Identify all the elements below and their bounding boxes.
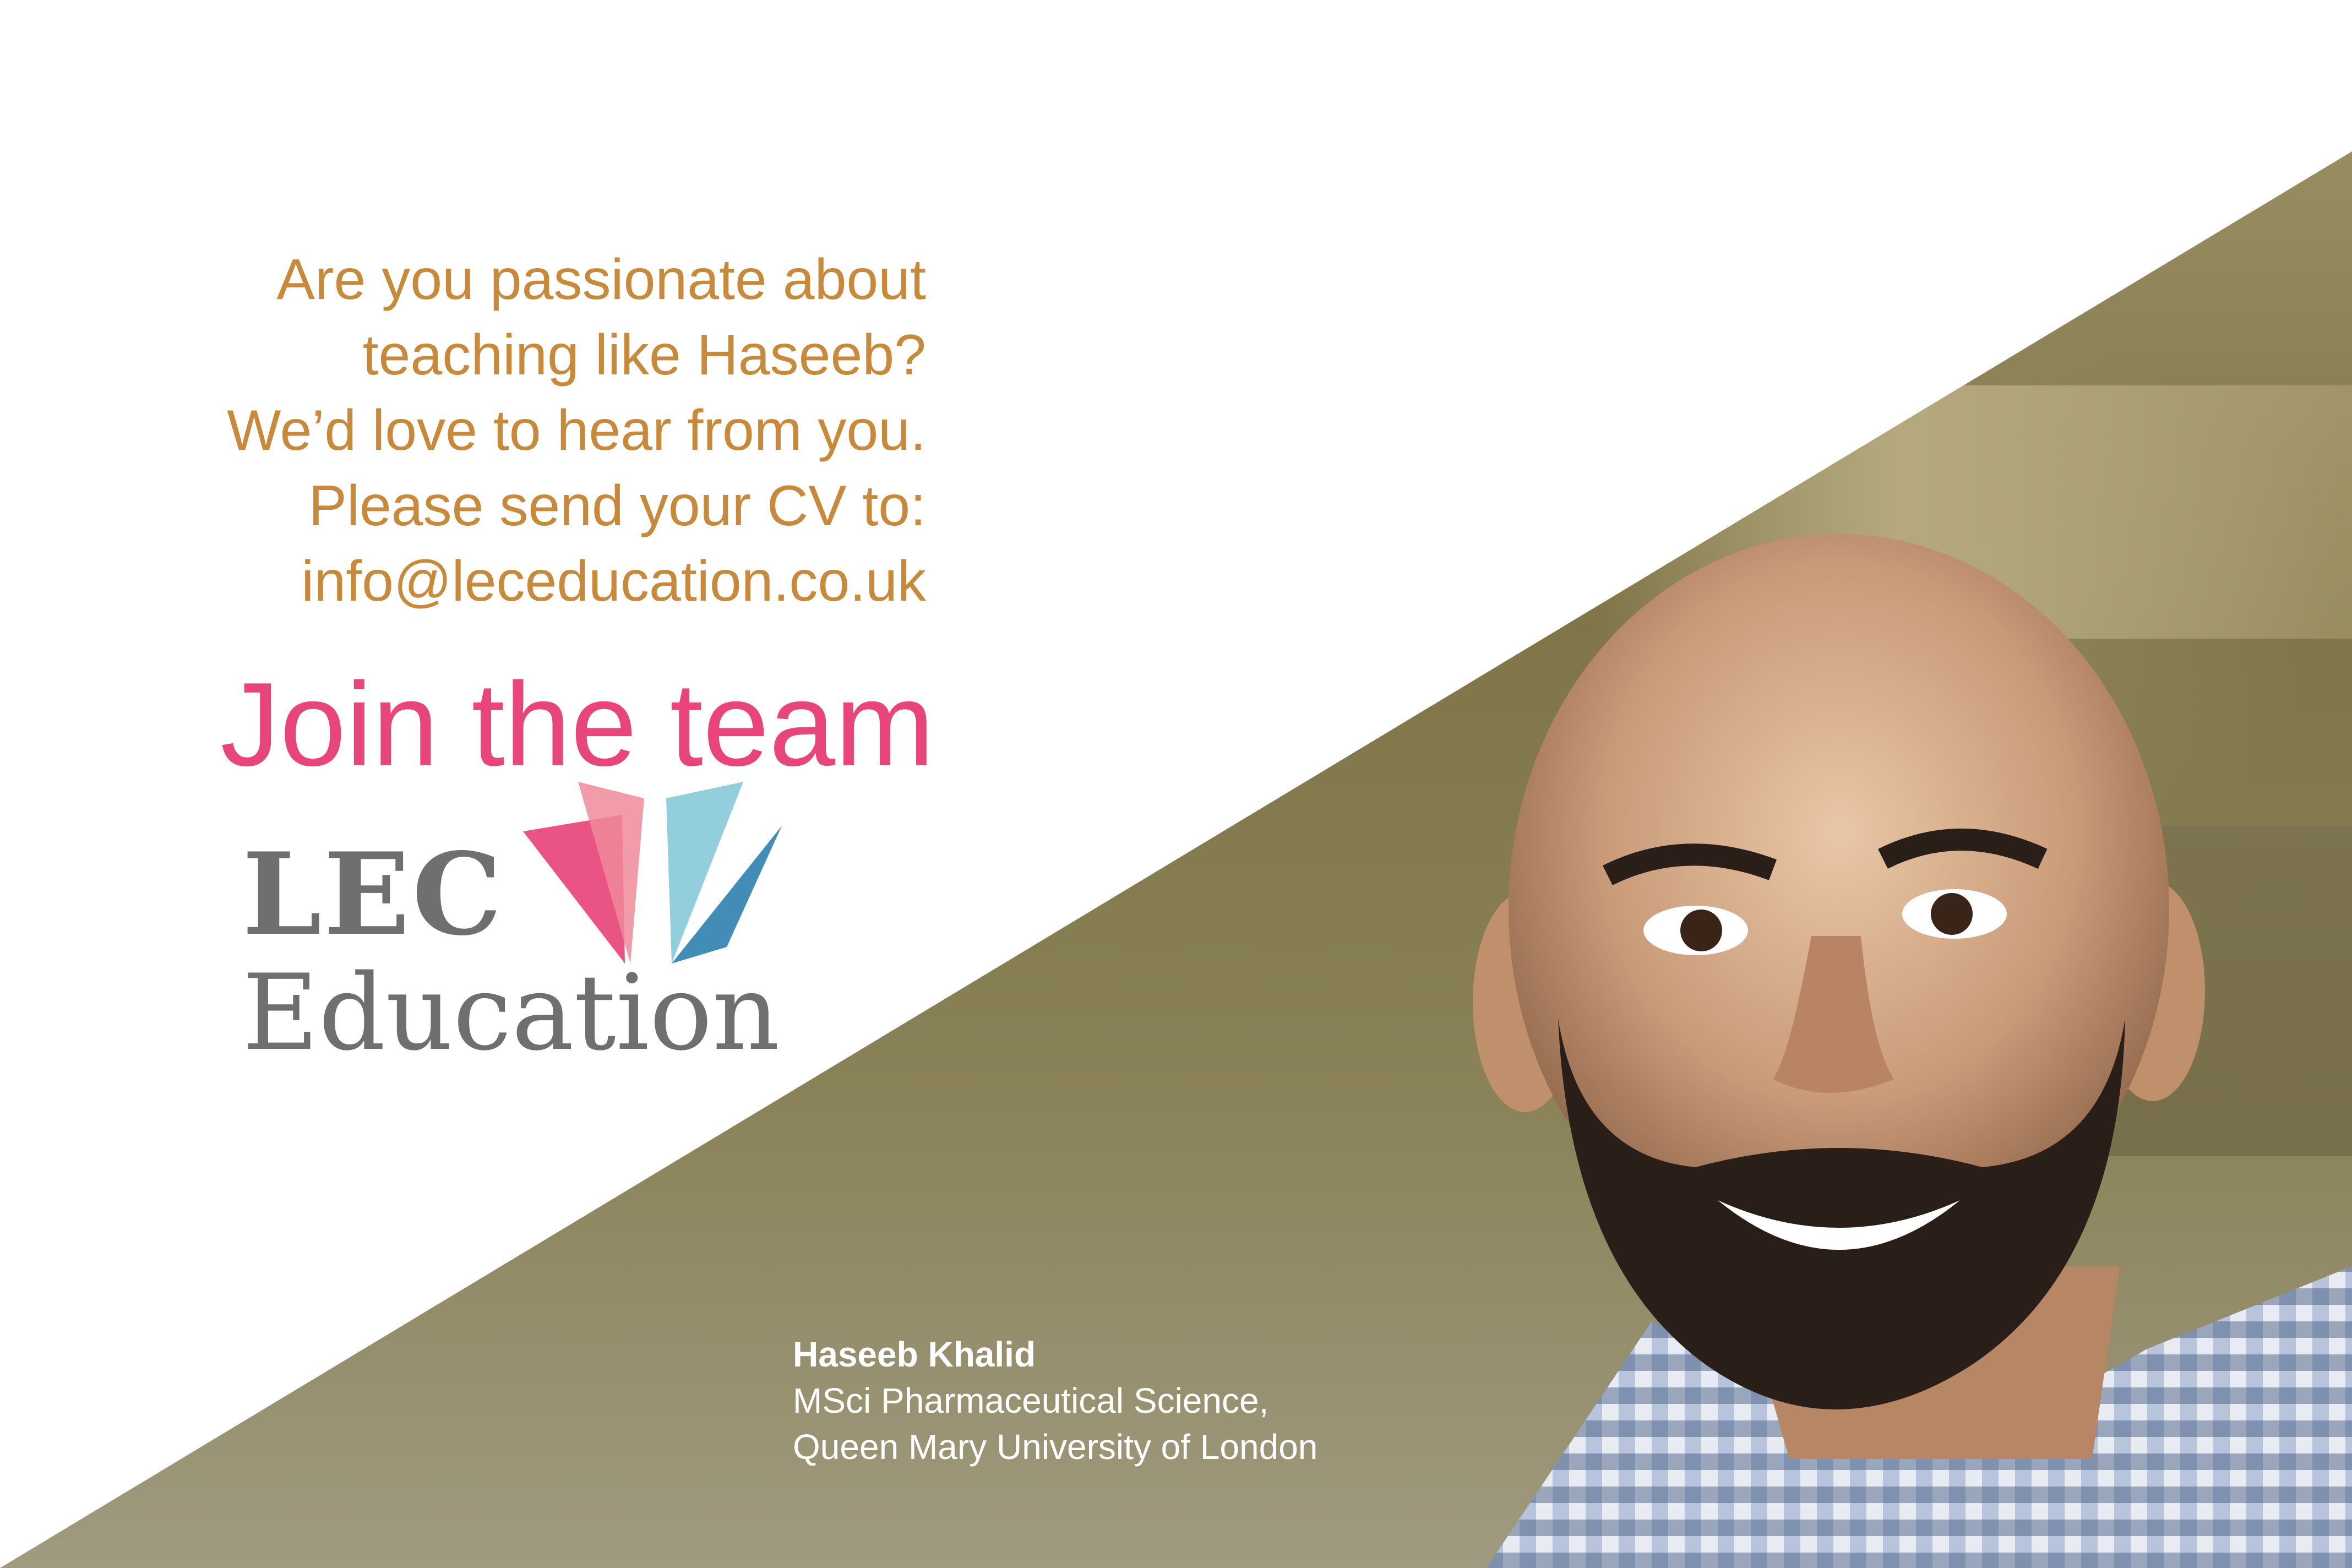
- logo-lec-text: LEC: [242, 829, 504, 961]
- pitch-line: Please send your CV to:: [308, 474, 926, 538]
- portrait-caption: Haseeb Khalid MSci Pharmaceutical Scienc…: [793, 1331, 1317, 1470]
- pitch-line: Are you passionate about: [276, 248, 927, 312]
- open-book-logo-icon: [523, 782, 782, 963]
- headline: Join the team: [220, 657, 934, 791]
- person-name: Haseeb Khalid: [793, 1335, 1036, 1374]
- recruitment-pitch: Are you passionate about teaching like H…: [45, 242, 926, 619]
- poster: Are you passionate about teaching like H…: [0, 0, 2352, 1568]
- pitch-line: We’d love to hear from you.: [227, 399, 926, 462]
- person-university: Queen Mary University of London: [793, 1427, 1318, 1467]
- pitch-line: teaching like Haseeb?: [362, 323, 926, 387]
- person-degree: MSci Pharmaceutical Science,: [793, 1381, 1269, 1420]
- email-link[interactable]: info@leceducation.co.uk: [45, 544, 926, 619]
